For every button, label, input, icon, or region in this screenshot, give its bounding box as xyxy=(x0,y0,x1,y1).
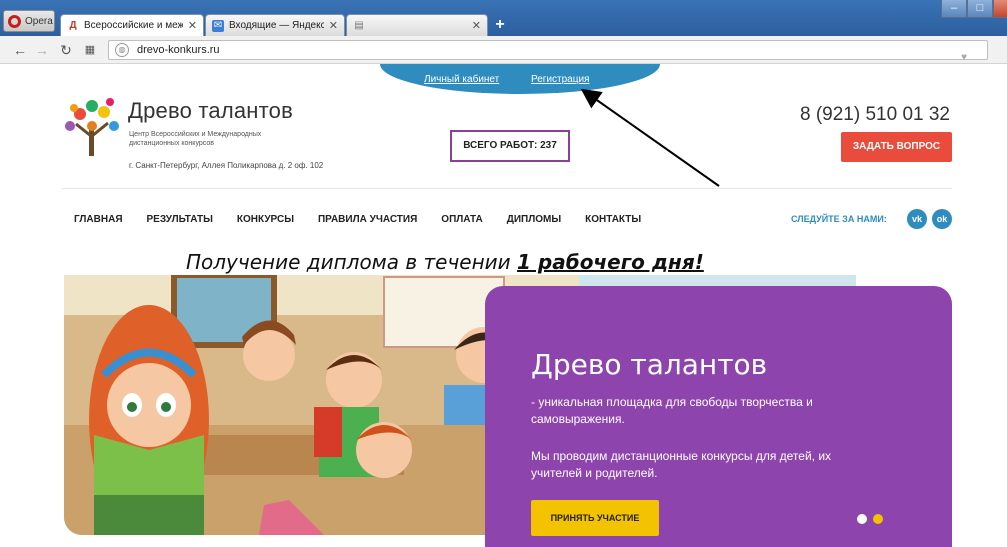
opera-logo-icon xyxy=(8,14,21,28)
hero-title: Древо талантов xyxy=(531,348,768,381)
close-window-icon[interactable]: ✕ xyxy=(993,0,1007,18)
tab-bar: Opera Д Всероссийские и междун ✕ ✉ Входя… xyxy=(0,0,1007,36)
browser-window: Opera Д Всероссийские и междун ✕ ✉ Входя… xyxy=(0,0,1007,547)
hero-description: - уникальная площадка для свободы творче… xyxy=(531,395,813,426)
nav-item-payment[interactable]: ОПЛАТА xyxy=(441,214,482,225)
tab-blank[interactable]: ▤ ✕ xyxy=(346,14,488,36)
globe-icon: ◍ xyxy=(115,43,129,57)
tab-title: Входящие — Яндекс.Поч xyxy=(229,20,324,31)
site-favicon-icon: Д xyxy=(69,19,77,31)
follow-us-label: СЛЕДУЙТЕ ЗА НАМИ: xyxy=(791,214,887,224)
forward-arrow-icon[interactable]: → xyxy=(34,41,50,59)
nav-item-contests[interactable]: КОНКУРСЫ xyxy=(237,214,294,225)
tree-logo-icon[interactable] xyxy=(62,96,122,158)
hero-card: Древо талантов - уникальная площадка для… xyxy=(485,286,952,547)
maximize-icon[interactable]: □ xyxy=(967,0,993,18)
hero-description-secondary: Мы проводим дистанционные конкурсы для д… xyxy=(531,449,832,480)
opera-menu-button[interactable]: Opera xyxy=(3,10,55,32)
brand-subtitle: Центр Всероссийских и Международных дист… xyxy=(129,131,262,147)
participate-button[interactable]: ПРИНЯТЬ УЧАСТИЕ xyxy=(531,500,659,536)
nav-item-home[interactable]: ГЛАВНАЯ xyxy=(74,214,123,225)
promo-text: Получение диплома в течении xyxy=(186,250,511,274)
minimize-icon[interactable]: – xyxy=(941,0,967,18)
back-arrow-icon[interactable]: ← xyxy=(12,41,28,59)
works-counter: ВСЕГО РАБОТ: 237 xyxy=(450,130,570,162)
window-controls: – □ ✕ xyxy=(941,0,1007,20)
ask-question-button[interactable]: ЗАДАТЬ ВОПРОС xyxy=(841,132,952,162)
odnoklassniki-icon[interactable]: ok xyxy=(932,209,952,229)
brand-name[interactable]: Древо талантов xyxy=(128,98,293,124)
nav-item-contacts[interactable]: КОНТАКТЫ xyxy=(585,214,641,225)
close-tab-icon[interactable]: ✕ xyxy=(188,19,197,32)
tab-title: Всероссийские и междун xyxy=(84,20,183,31)
close-tab-icon[interactable]: ✕ xyxy=(472,19,481,32)
nav-item-diplomas[interactable]: ДИПЛОМЫ xyxy=(507,214,561,225)
main-nav: ГЛАВНАЯ РЕЗУЛЬТАТЫ КОНКУРСЫ ПРАВИЛА УЧАС… xyxy=(74,214,665,225)
personal-cabinet-link[interactable]: Личный кабинет xyxy=(424,74,499,85)
document-favicon-icon: ▤ xyxy=(354,19,364,31)
promo-highlight: 1 рабочего дня! xyxy=(517,250,704,274)
address-text: г. Санкт-Петербург, Аллея Поликарпова д.… xyxy=(129,161,324,170)
header-divider xyxy=(62,188,952,189)
url-input[interactable]: ◍ drevo-konkurs.ru ♥ xyxy=(108,40,988,63)
phone-number[interactable]: 8 (921) 510 01 32 xyxy=(800,104,950,126)
url-text: drevo-konkurs.ru xyxy=(137,44,220,56)
opera-menu-label: Opera xyxy=(25,15,53,27)
reload-icon[interactable]: ↻ xyxy=(58,41,74,59)
slider-dot-2[interactable] xyxy=(873,514,883,524)
web-page: Личный кабинет Регистрация Древо таланто… xyxy=(0,64,1007,547)
new-tab-button[interactable]: + xyxy=(490,16,510,34)
nav-item-results[interactable]: РЕЗУЛЬТАТЫ xyxy=(147,214,213,225)
promo-banner: Получение диплома в течении 1 рабочего д… xyxy=(186,250,704,274)
registration-link[interactable]: Регистрация xyxy=(531,74,589,85)
speed-dial-icon[interactable]: ▦ xyxy=(82,41,98,59)
mail-favicon-icon: ✉ xyxy=(212,19,224,32)
slider-dot-1[interactable] xyxy=(857,514,867,524)
nav-item-rules[interactable]: ПРАВИЛА УЧАСТИЯ xyxy=(318,214,417,225)
top-account-panel: Личный кабинет Регистрация xyxy=(380,64,660,94)
tab-yandex-mail[interactable]: ✉ Входящие — Яндекс.Поч ✕ xyxy=(205,14,345,36)
vk-icon[interactable]: vk xyxy=(907,209,927,229)
close-tab-icon[interactable]: ✕ xyxy=(329,19,338,32)
tab-contest[interactable]: Д Всероссийские и междун ✕ xyxy=(60,14,204,36)
address-bar: ← → ↻ ▦ ◍ drevo-konkurs.ru ♥ xyxy=(0,36,1007,64)
